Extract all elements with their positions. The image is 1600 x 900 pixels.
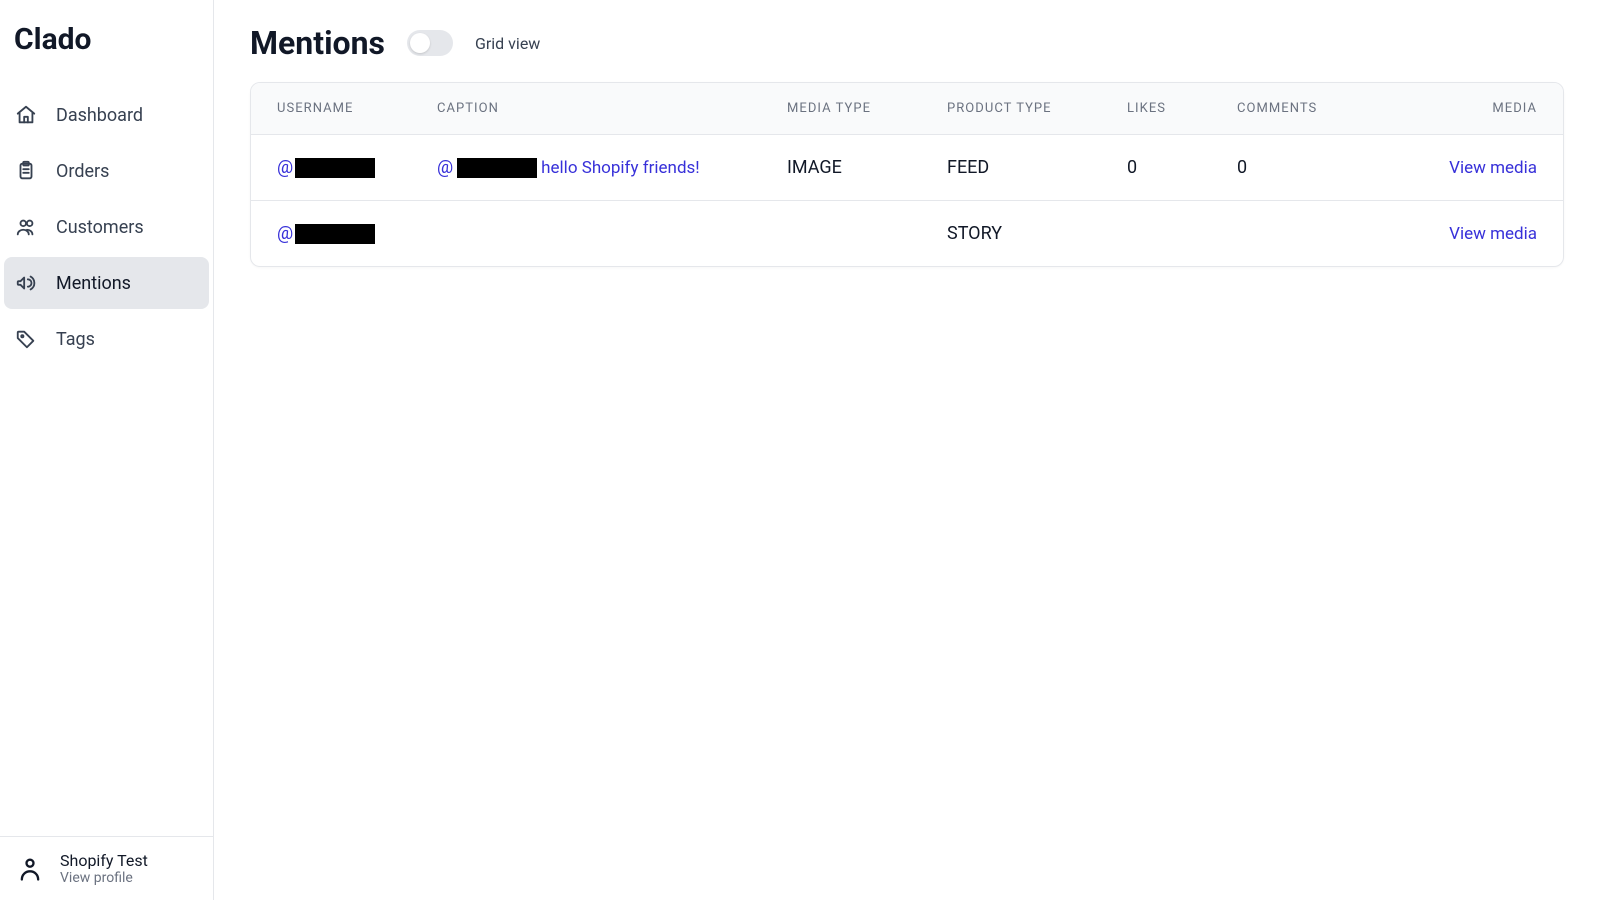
sidebar-item-tags[interactable]: Tags bbox=[4, 313, 209, 365]
redacted-username bbox=[295, 224, 375, 244]
clipboard-icon bbox=[14, 159, 38, 183]
view-media-link[interactable]: View media bbox=[1387, 224, 1537, 244]
col-header-media-type: Media Type bbox=[787, 101, 947, 116]
redacted-username bbox=[295, 158, 375, 178]
table-row: @ STORY View media bbox=[251, 201, 1563, 266]
sidebar-item-label: Dashboard bbox=[56, 105, 143, 126]
mentions-table: Username Caption Media Type Product Type… bbox=[250, 82, 1564, 267]
col-header-caption: Caption bbox=[437, 101, 787, 116]
col-header-product-type: Product Type bbox=[947, 101, 1127, 116]
col-header-username: Username bbox=[277, 101, 437, 116]
sidebar: Clado Dashboard Orders Customers Mention… bbox=[0, 0, 214, 900]
grid-view-toggle-label: Grid view bbox=[475, 34, 540, 53]
username-cell[interactable]: @ bbox=[277, 223, 437, 244]
sidebar-item-customers[interactable]: Customers bbox=[4, 201, 209, 253]
page-title: Mentions bbox=[250, 24, 385, 62]
sidebar-item-dashboard[interactable]: Dashboard bbox=[4, 89, 209, 141]
media-type-cell: IMAGE bbox=[787, 157, 947, 178]
at-symbol: @ bbox=[277, 157, 293, 178]
caption-cell: @ hello Shopify friends! bbox=[437, 157, 787, 178]
view-profile-link[interactable]: View profile bbox=[60, 870, 148, 886]
grid-view-toggle[interactable] bbox=[407, 30, 453, 56]
view-media-link[interactable]: View media bbox=[1387, 158, 1537, 178]
redacted-handle bbox=[457, 158, 537, 178]
sidebar-item-label: Customers bbox=[56, 217, 144, 238]
app-brand: Clado bbox=[0, 0, 213, 67]
comments-cell: 0 bbox=[1237, 157, 1387, 178]
col-header-comments: Comments bbox=[1237, 101, 1387, 116]
product-type-cell: STORY bbox=[947, 223, 1127, 244]
at-symbol: @ bbox=[277, 223, 293, 244]
sidebar-item-orders[interactable]: Orders bbox=[4, 145, 209, 197]
toggle-knob bbox=[410, 33, 430, 53]
at-symbol: @ bbox=[437, 157, 453, 178]
page-header: Mentions Grid view bbox=[250, 24, 1564, 62]
home-icon bbox=[14, 103, 38, 127]
sidebar-item-label: Mentions bbox=[56, 273, 131, 294]
table-header-row: Username Caption Media Type Product Type… bbox=[251, 83, 1563, 135]
product-type-cell: FEED bbox=[947, 157, 1127, 178]
sidebar-item-label: Tags bbox=[56, 329, 95, 350]
sidebar-item-mentions[interactable]: Mentions bbox=[4, 257, 209, 309]
users-icon bbox=[14, 215, 38, 239]
main-content: Mentions Grid view Username Caption Medi… bbox=[214, 0, 1600, 900]
table-row: @ @ hello Shopify friends! IMAGE FEED 0 … bbox=[251, 135, 1563, 201]
username-cell[interactable]: @ bbox=[277, 157, 437, 178]
footer-user-name: Shopify Test bbox=[60, 851, 148, 870]
caption-text: hello Shopify friends! bbox=[541, 158, 700, 178]
sidebar-footer: Shopify Test View profile bbox=[0, 836, 213, 900]
col-header-media: Media bbox=[1387, 101, 1537, 116]
col-header-likes: Likes bbox=[1127, 101, 1237, 116]
tag-icon bbox=[14, 327, 38, 351]
sidebar-nav: Dashboard Orders Customers Mentions Tags bbox=[0, 67, 213, 836]
sidebar-item-label: Orders bbox=[56, 161, 109, 182]
user-icon bbox=[16, 855, 44, 883]
likes-cell: 0 bbox=[1127, 157, 1237, 178]
megaphone-icon bbox=[14, 271, 38, 295]
